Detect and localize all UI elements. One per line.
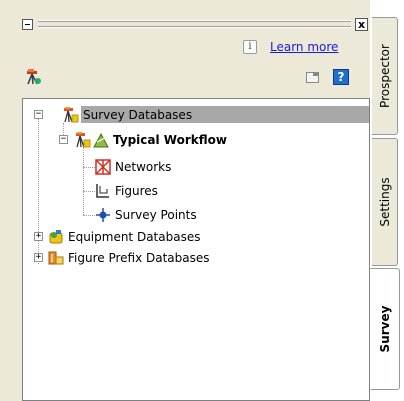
survey-tree: − Survey Databases − Typical Workflow Ne…	[22, 98, 370, 401]
tab-prospector[interactable]: Prospector	[372, 17, 398, 135]
figure-prefix-database-icon	[48, 251, 64, 265]
collapse-icon[interactable]: −	[34, 110, 43, 119]
equipment-database-icon	[49, 230, 63, 244]
tab-label: Survey	[378, 305, 392, 353]
survey-tool-icon[interactable]	[25, 68, 43, 86]
workflow-icon	[93, 132, 109, 148]
tree-item-label: Survey Points	[115, 208, 197, 222]
toolspace-toolbar: ?	[0, 66, 370, 88]
tree-item-figures[interactable]: Figures	[23, 182, 369, 200]
palette-titlebar[interactable]: x	[22, 16, 370, 36]
tree-item-label: Survey Databases	[83, 108, 193, 122]
close-button[interactable]: x	[355, 18, 368, 31]
help-icon[interactable]: ?	[333, 69, 349, 85]
tree-item-networks[interactable]: Networks	[23, 158, 369, 176]
tree-item-figure-prefix-databases[interactable]: + Figure Prefix Databases	[23, 249, 369, 267]
toolspace-tabs: Prospector Settings Survey	[370, 0, 404, 401]
tree-item-typical-workflow[interactable]: − Typical Workflow	[23, 131, 369, 149]
expand-icon[interactable]: +	[34, 253, 43, 262]
info-row: i Learn more	[0, 38, 370, 58]
tree-item-label: Networks	[115, 160, 172, 174]
learn-more-link[interactable]: Learn more	[270, 40, 338, 54]
item-view-icon[interactable]	[306, 72, 319, 83]
titlebar-grip[interactable]	[38, 20, 351, 28]
autohide-button[interactable]	[22, 19, 33, 30]
tree-item-equipment-databases[interactable]: + Equipment Databases	[23, 228, 369, 246]
tab-label: Settings	[377, 177, 392, 227]
survey-database-icon	[64, 107, 79, 123]
expand-icon[interactable]: +	[34, 232, 43, 241]
collapse-icon[interactable]: −	[59, 135, 68, 144]
tab-label: Prospector	[377, 44, 392, 108]
tree-item-label: Figure Prefix Databases	[68, 251, 210, 265]
toolspace-palette: x i Learn more ? − Survey Databases − Ty…	[0, 0, 370, 401]
tab-survey[interactable]: Survey	[370, 268, 400, 390]
tree-item-label: Figures	[115, 184, 158, 198]
tree-item-survey-points[interactable]: Survey Points	[23, 206, 369, 224]
tree-item-label: Equipment Databases	[68, 230, 201, 244]
network-icon	[95, 159, 111, 175]
survey-point-icon	[96, 208, 110, 222]
survey-database-icon	[76, 132, 91, 148]
tree-item-label: Typical Workflow	[113, 133, 227, 147]
tab-settings[interactable]: Settings	[372, 138, 398, 266]
info-icon: i	[243, 40, 257, 54]
tree-item-survey-databases[interactable]: − Survey Databases	[23, 106, 369, 124]
figure-icon	[96, 184, 109, 198]
